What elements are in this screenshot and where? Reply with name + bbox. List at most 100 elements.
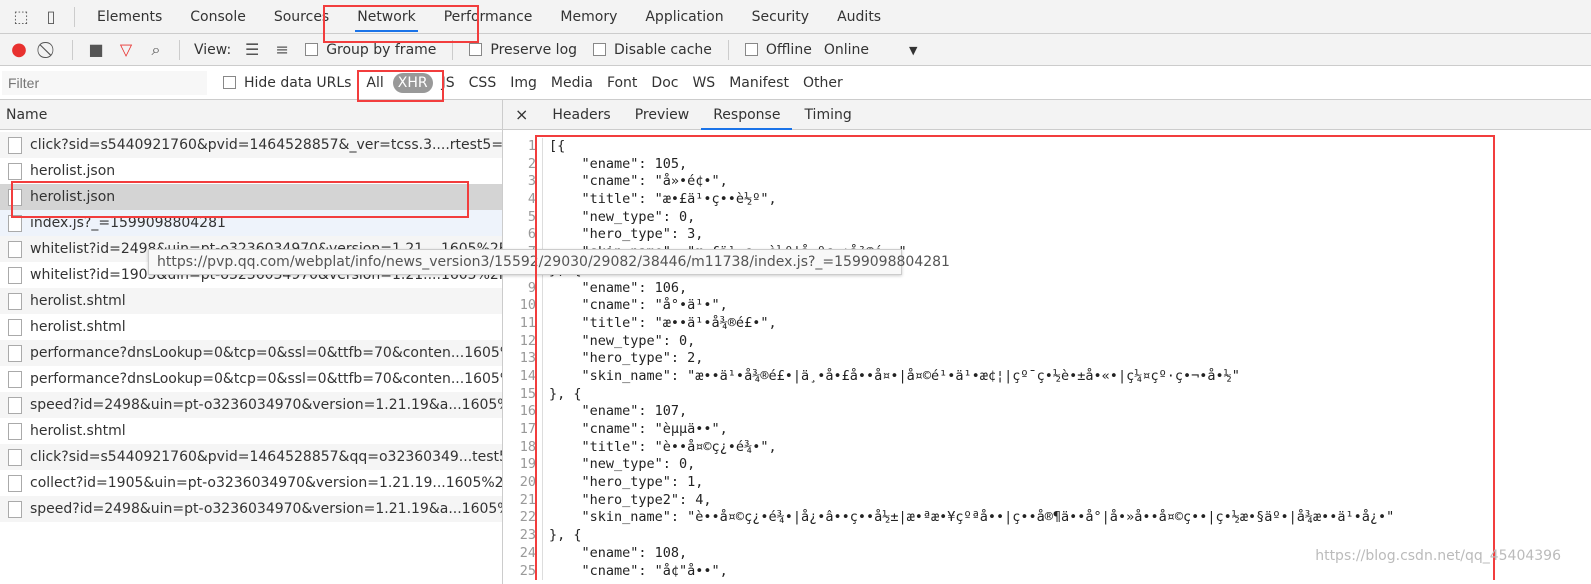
request-row[interactable]: click?sid=s5440921760&pvid=1464528857&_v… bbox=[0, 132, 502, 158]
request-name: herolist.json bbox=[30, 189, 116, 205]
filter-type-xhr[interactable]: XHR bbox=[392, 72, 433, 93]
network-toolbar: ● ⃠ ■ ▽ ⌕ View: ☰ ≡ Group by frame Prese… bbox=[0, 34, 1591, 66]
file-icon bbox=[8, 266, 22, 284]
request-name: herolist.shtml bbox=[30, 293, 126, 309]
code-text: "hero_type": 3, bbox=[549, 226, 704, 243]
devtools-tab-bar: ⬚ ▯ Elements Console Sources Network Perform… bbox=[0, 0, 1591, 34]
filter-type-other[interactable]: Other bbox=[798, 73, 848, 93]
name-column-header[interactable]: Name bbox=[0, 100, 502, 130]
hide-data-urls-checkbox[interactable]: Hide data URLs bbox=[223, 75, 351, 91]
tab-application[interactable]: Application bbox=[631, 0, 737, 34]
filter-type-img[interactable]: Img bbox=[505, 73, 542, 93]
tab-network[interactable]: Network bbox=[343, 0, 429, 34]
record-icon[interactable]: ● bbox=[4, 39, 34, 60]
request-row[interactable]: collect?id=1905&uin=pt-o3236034970&versi… bbox=[0, 470, 502, 496]
request-row[interactable]: performance?dnsLookup=0&tcp=0&ssl=0&ttfb… bbox=[0, 340, 502, 366]
capture-screenshots-icon[interactable]: ■ bbox=[81, 40, 111, 59]
request-name: performance?dnsLookup=0&tcp=0&ssl=0&ttfb… bbox=[30, 345, 502, 361]
code-text: "cname": "å°•ä¹•", bbox=[549, 297, 728, 314]
detail-tab-timing[interactable]: Timing bbox=[792, 100, 863, 130]
request-row[interactable]: speed?id=2498&uin=pt-o3236034970&version… bbox=[0, 392, 502, 418]
file-icon bbox=[8, 448, 22, 466]
code-line: 17 "cname": "èµµä••", bbox=[503, 421, 1591, 439]
filter-type-font[interactable]: Font bbox=[602, 73, 642, 93]
tab-console[interactable]: Console bbox=[176, 0, 260, 34]
clear-icon[interactable]: ⃠ bbox=[34, 40, 64, 60]
inspect-element-icon[interactable]: ⬚ bbox=[6, 7, 36, 26]
disable-cache-checkbox[interactable]: Disable cache bbox=[593, 42, 712, 58]
filter-type-manifest[interactable]: Manifest bbox=[724, 73, 794, 93]
code-line: 14 "skin_name": "æ••ä¹•å¾®é£•|ä¸•å•£å••å… bbox=[503, 367, 1591, 386]
file-icon bbox=[8, 214, 22, 232]
preserve-log-checkbox[interactable]: Preserve log bbox=[469, 42, 577, 58]
group-by-frame-checkbox[interactable]: Group by frame bbox=[305, 42, 436, 58]
url-tooltip: https://pvp.qq.com/webplat/info/news_ver… bbox=[148, 249, 950, 275]
line-number: 4 bbox=[503, 191, 543, 209]
line-number: 10 bbox=[503, 297, 543, 315]
request-row[interactable]: herolist.json bbox=[0, 158, 502, 184]
file-icon bbox=[8, 240, 22, 258]
waterfall-icon[interactable]: ≡ bbox=[267, 40, 297, 59]
offline-checkbox[interactable]: Offline bbox=[744, 41, 812, 58]
request-row[interactable]: index.js?_=1599098804281 bbox=[0, 210, 502, 236]
response-viewer[interactable]: 1[{2 "ename": 105, 3 "cname": "å»•é¢•", 4 … bbox=[503, 138, 1591, 581]
divider bbox=[72, 39, 73, 60]
request-row[interactable]: speed?id=2498&uin=pt-o3236034970&version… bbox=[0, 496, 502, 522]
device-toolbar-icon[interactable]: ▯ bbox=[36, 7, 66, 26]
request-name: performance?dnsLookup=0&tcp=0&ssl=0&ttfb… bbox=[30, 371, 502, 387]
request-row[interactable]: herolist.shtml bbox=[0, 418, 502, 444]
code-line: 1 [{ bbox=[503, 138, 1591, 156]
filter-type-css[interactable]: CSS bbox=[464, 73, 502, 93]
filter-type-all[interactable]: All bbox=[361, 73, 388, 93]
code-text: "new_type": 0, bbox=[549, 208, 696, 225]
filter-type-media[interactable]: Media bbox=[546, 73, 598, 93]
line-number: 9 bbox=[503, 279, 543, 298]
detail-tab-headers[interactable]: Headers bbox=[540, 100, 622, 130]
divider bbox=[179, 39, 180, 60]
tab-elements[interactable]: Elements bbox=[83, 0, 176, 34]
line-number: 3 bbox=[503, 173, 543, 192]
request-row[interactable]: performance?dnsLookup=0&tcp=0&ssl=0&ttfb… bbox=[0, 366, 502, 392]
request-name: herolist.shtml bbox=[30, 319, 126, 335]
code-text: [{ bbox=[549, 138, 566, 154]
code-line: 19 "new_type": 0, bbox=[503, 456, 1591, 475]
line-number: 1 bbox=[503, 138, 543, 156]
tab-performance[interactable]: Performance bbox=[430, 0, 547, 34]
line-number: 16 bbox=[503, 403, 543, 421]
filter-type-doc[interactable]: Doc bbox=[646, 73, 683, 93]
file-icon bbox=[8, 422, 22, 440]
line-number: 13 bbox=[503, 350, 543, 368]
request-row[interactable]: herolist.json bbox=[0, 184, 502, 210]
line-number: 6 bbox=[503, 226, 543, 245]
file-icon bbox=[8, 292, 22, 310]
close-detail-button[interactable]: × bbox=[503, 105, 540, 124]
filter-icon[interactable]: ▽ bbox=[111, 40, 141, 59]
large-rows-icon[interactable]: ☰ bbox=[237, 40, 267, 59]
filter-input[interactable] bbox=[2, 70, 207, 95]
line-number: 21 bbox=[503, 491, 543, 510]
line-number: 22 bbox=[503, 509, 543, 528]
file-icon bbox=[8, 344, 22, 362]
tab-sources[interactable]: Sources bbox=[260, 0, 343, 34]
request-name: herolist.shtml bbox=[30, 423, 126, 439]
throttling-select[interactable]: Online ▼ bbox=[824, 42, 918, 58]
request-row[interactable]: click?sid=s5440921760&pvid=1464528857&qq… bbox=[0, 444, 502, 470]
tab-memory[interactable]: Memory bbox=[546, 0, 631, 34]
tab-audits[interactable]: Audits bbox=[823, 0, 895, 34]
request-detail-panel: × Headers Preview Response Timing 1 [{ 2 "ena… bbox=[503, 100, 1591, 584]
filter-type-ws[interactable]: WS bbox=[687, 73, 720, 93]
filter-type-js[interactable]: JS bbox=[437, 73, 460, 93]
request-name: speed?id=2498&uin=pt-o3236034970&version… bbox=[30, 501, 502, 517]
code-text: "ename": 107, bbox=[549, 403, 688, 420]
detail-tab-response[interactable]: Response bbox=[701, 100, 793, 130]
request-row[interactable]: herolist.shtml bbox=[0, 314, 502, 340]
request-name: click?sid=s5440921760&pvid=1464528857&qq… bbox=[30, 449, 502, 465]
code-text: "hero_type": 1, bbox=[549, 474, 704, 491]
offline-label: Offline bbox=[765, 41, 812, 58]
line-number: 2 bbox=[503, 155, 543, 174]
request-name: click?sid=s5440921760&pvid=1464528857&_v… bbox=[30, 137, 502, 153]
detail-tab-preview[interactable]: Preview bbox=[623, 100, 702, 130]
request-row[interactable]: herolist.shtml bbox=[0, 288, 502, 314]
tab-security[interactable]: Security bbox=[738, 0, 824, 34]
search-icon[interactable]: ⌕ bbox=[141, 40, 171, 60]
